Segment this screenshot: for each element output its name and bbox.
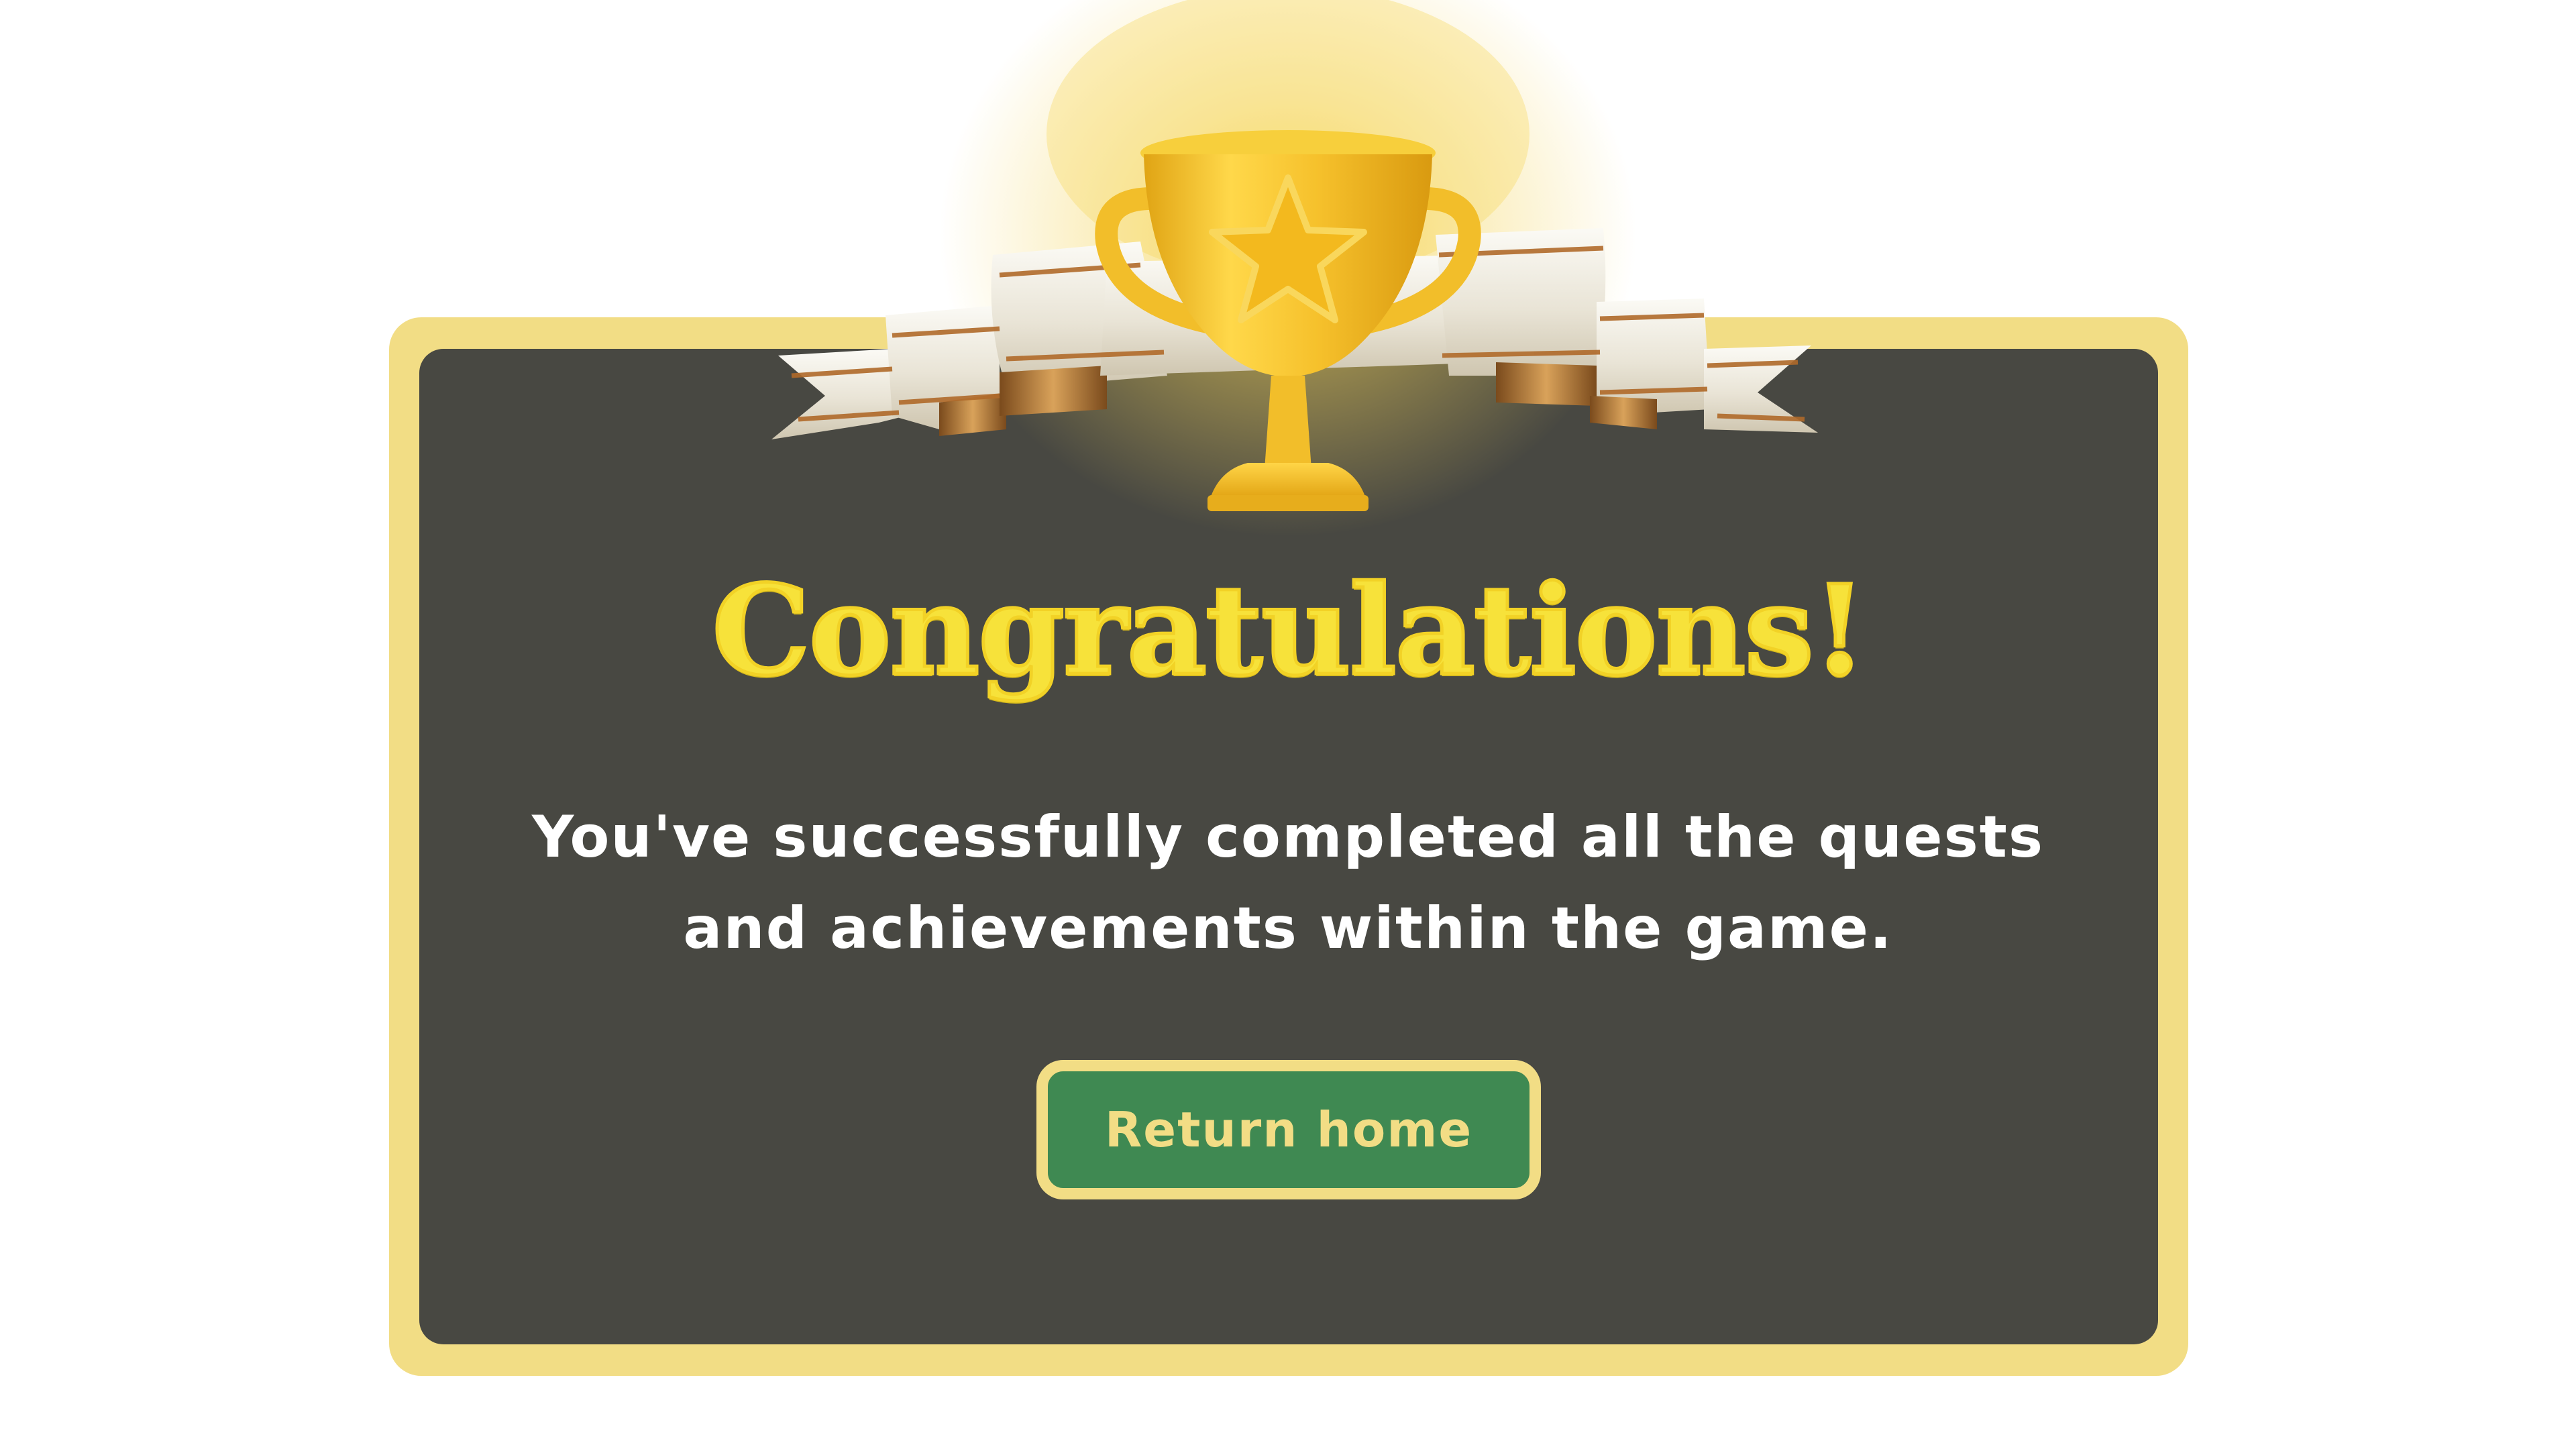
completion-message: You've successfully completed all the qu… bbox=[531, 804, 2045, 962]
trophy-banner-art bbox=[771, 0, 1818, 537]
return-home-button[interactable]: Return home bbox=[1036, 1060, 1541, 1199]
congratulations-title: Congratulations! bbox=[710, 557, 1868, 705]
